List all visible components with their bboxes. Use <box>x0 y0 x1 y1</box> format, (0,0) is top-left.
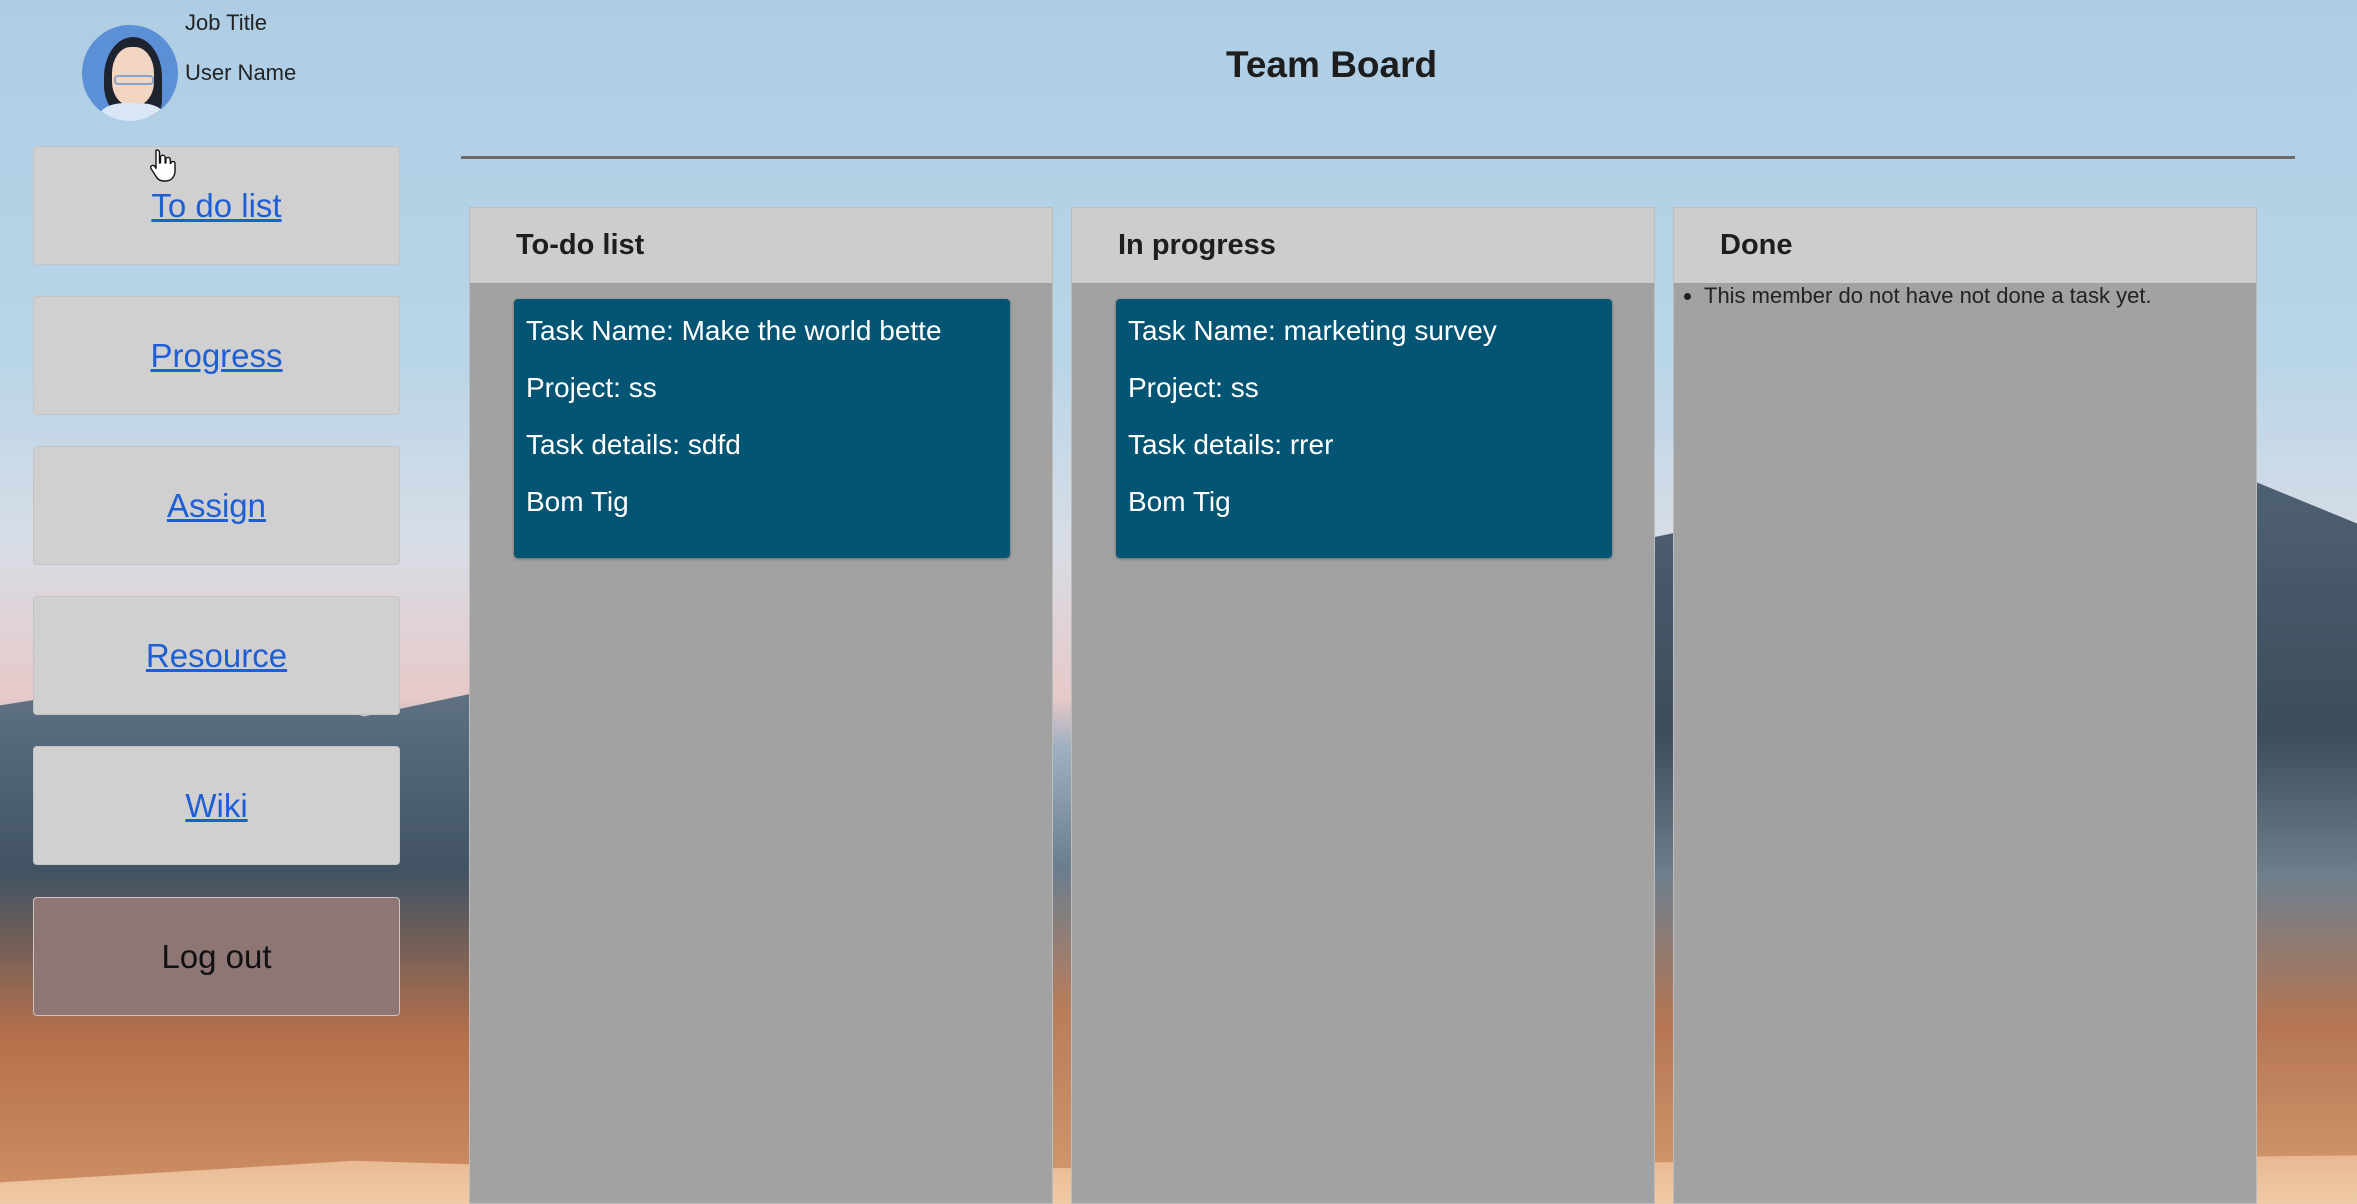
sidebar-link-assign[interactable]: Assign <box>167 487 266 525</box>
sidebar-item-resource[interactable]: Resource <box>33 596 400 715</box>
task-card[interactable]: Task Name: marketing survey Project: ss … <box>1116 299 1612 558</box>
task-details: Task details: rrer <box>1128 429 1334 460</box>
column-header-todo: To-do list <box>470 208 1052 283</box>
task-assignee: Bom Tig <box>526 486 629 517</box>
avatar <box>82 25 178 121</box>
hand-cursor-icon <box>150 149 176 182</box>
done-empty-list: This member do not have not done a task … <box>1674 281 2152 311</box>
task-project: Project: ss <box>526 372 657 403</box>
task-assignee: Bom Tig <box>1128 486 1231 517</box>
sidebar-link-resource[interactable]: Resource <box>146 637 287 675</box>
job-title: Job Title <box>185 10 267 35</box>
sidebar-link-todo-list[interactable]: To do list <box>151 187 281 225</box>
sidebar-item-progress[interactable]: Progress <box>33 296 400 415</box>
sidebar-link-wiki[interactable]: Wiki <box>185 787 247 825</box>
column-todo: To-do list Task Name: Make the world bet… <box>469 207 1053 1204</box>
user-name: User Name <box>185 60 297 85</box>
task-name: Task Name: Make the world bette <box>526 315 942 346</box>
sidebar-link-progress[interactable]: Progress <box>150 337 282 375</box>
column-in-progress: In progress Task Name: marketing survey … <box>1071 207 1655 1204</box>
column-done: Done This member do not have not done a … <box>1673 207 2257 1204</box>
sidebar-item-wiki[interactable]: Wiki <box>33 746 400 865</box>
column-header-in-progress: In progress <box>1072 208 1654 283</box>
task-project: Project: ss <box>1128 372 1259 403</box>
header-divider <box>461 156 2295 159</box>
done-empty-message: This member do not have not done a task … <box>1704 281 2152 311</box>
task-name: Task Name: marketing survey <box>1128 315 1497 346</box>
column-header-done: Done <box>1674 208 2256 283</box>
sidebar-item-assign[interactable]: Assign <box>33 446 400 565</box>
logout-button[interactable]: Log out <box>33 897 400 1016</box>
task-details: Task details: sdfd <box>526 429 741 460</box>
page-title: Team Board <box>1226 44 1438 85</box>
sidebar-item-todo-list[interactable]: To do list <box>33 146 400 265</box>
task-card[interactable]: Task Name: Make the world bette Project:… <box>514 299 1010 558</box>
